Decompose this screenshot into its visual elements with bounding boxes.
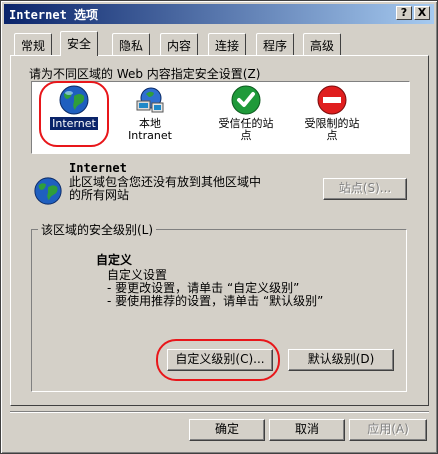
tab-programs[interactable]: 程序 <box>256 33 295 55</box>
trusted-check-icon <box>231 85 261 115</box>
tab-general[interactable]: 常规 <box>14 33 53 55</box>
ok-button[interactable]: 确定 <box>189 419 265 441</box>
tab-security[interactable]: 安全 <box>60 31 99 56</box>
zone-local-intranet-label: 本地 Intranet <box>128 117 172 142</box>
tab-privacy[interactable]: 隐私 <box>112 33 151 55</box>
sites-button[interactable]: 站点(S)... <box>323 178 407 200</box>
security-level-group-title: 该区域的安全级别(L) <box>38 221 157 238</box>
window-title: Internet 选项 <box>9 8 99 22</box>
zone-info-title: Internet <box>69 161 127 175</box>
footer-divider <box>10 411 429 413</box>
close-button[interactable]: X <box>414 6 430 20</box>
default-level-button[interactable]: 默认级别(D) <box>288 349 394 371</box>
globe-icon <box>34 177 62 205</box>
highlight-ring-custom-level <box>156 339 280 381</box>
security-level-line-3: - 要使用推荐的设置，请单击 “默认级别” <box>107 294 324 308</box>
tab-connections[interactable]: 连接 <box>208 33 247 55</box>
title-bar[interactable]: Internet 选项 ? X <box>4 4 434 24</box>
zones-prompt: 请为不同区域的 Web 内容指定安全设置(Z) <box>29 67 261 81</box>
zone-restricted-sites[interactable]: 受限制的站 点 <box>290 84 374 142</box>
internet-options-dialog: Internet 选项 ? X 常规 安全 隐私 内容 连接 程序 高级 请为不… <box>0 0 438 454</box>
zone-info-description: 此区域包含您还没有放到其他区域中的所有网站 <box>69 175 262 202</box>
tab-content[interactable]: 内容 <box>160 33 199 55</box>
zone-local-intranet-text: 本地 Intranet <box>128 117 172 142</box>
cancel-button[interactable]: 取消 <box>269 419 345 441</box>
zone-local-intranet[interactable]: 本地 Intranet <box>108 84 192 142</box>
apply-button[interactable]: 应用(A) <box>349 419 427 441</box>
highlight-ring-internet <box>39 81 109 147</box>
restricted-no-icon <box>317 85 347 115</box>
intranet-icon <box>136 87 164 113</box>
zone-trusted-sites-label: 受信任的站 点 <box>218 117 274 142</box>
tab-advanced[interactable]: 高级 <box>303 33 342 55</box>
help-button[interactable]: ? <box>396 6 412 20</box>
zone-restricted-sites-label: 受限制的站 点 <box>304 117 360 142</box>
zone-trusted-sites[interactable]: 受信任的站 点 <box>204 84 288 142</box>
